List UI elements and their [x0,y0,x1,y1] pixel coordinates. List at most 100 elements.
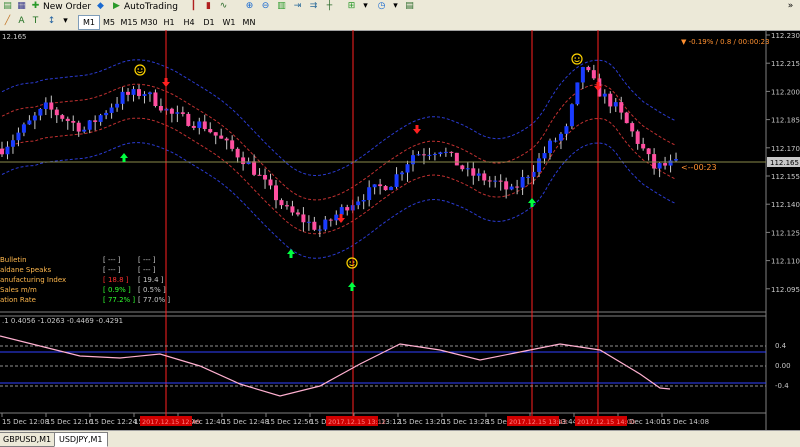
candle-body [526,176,531,178]
candle-body [378,184,383,187]
candle-body [580,67,585,83]
candle-body [82,129,87,132]
candle-body [608,93,613,107]
candle-body [493,180,498,182]
timeframe-m30[interactable]: M30 [138,15,160,30]
candle-body [668,160,673,166]
time-tick-label: 15 Dec 12:08 [2,418,49,426]
candle-body [569,104,574,127]
candle-body [646,148,651,155]
price-tick-label: 112.125 [771,229,800,237]
new-order-button[interactable]: New Order [43,1,91,13]
timeframe-h1[interactable]: H1 [158,15,180,30]
autotrading-icon[interactable]: ▶ [111,1,122,12]
candle-body [328,219,333,221]
tile-windows-icon[interactable]: ▥ [276,1,287,12]
candle-body [482,173,487,181]
smiley-icon [134,64,146,76]
smiley-mouth [574,60,580,62]
candle-body [542,153,547,159]
candle-body [219,135,224,139]
news-actual-value: [ 77.2% ] [103,296,135,304]
price-tick-label: 112.170 [771,145,800,153]
periods-dropdown-icon[interactable]: ▾ [390,1,401,12]
news-actual-value: [ 18.8 ] [103,276,129,284]
candle-body [0,148,4,155]
text-tool-icon[interactable]: A [16,16,27,27]
candle-body [21,124,26,133]
metaeditor-icon[interactable]: ◆ [95,1,106,12]
timeframe-w1[interactable]: W1 [218,15,240,30]
price-tick-label: 112.140 [771,201,800,209]
smiley-eye [578,57,580,59]
lower-inner-band [1,117,677,235]
new-order-icon[interactable]: ✚ [30,1,41,12]
spread-info: ▼ -0.19% / 0.8 / 00:00:23 [681,38,770,46]
candle-body [591,70,596,79]
candle-body [400,172,405,175]
candle-body [10,140,15,147]
candle-body [98,115,103,122]
autotrading-button[interactable]: AutoTrading [124,1,178,13]
news-actual-value: [ --- ] [103,256,121,264]
top-left-price: 12.165 [2,33,27,41]
periods-icon[interactable]: ◷ [376,1,387,12]
timeframe-mn[interactable]: MN [238,15,260,30]
candle-body [421,154,426,156]
candle-body [443,151,448,153]
timeframe-d1[interactable]: D1 [198,15,220,30]
candle-body [427,154,432,156]
timeframe-m5[interactable]: M5 [98,15,120,30]
chart-shift-icon[interactable]: ⇥ [292,1,303,12]
candle-body [252,161,257,175]
new-chart-icon[interactable]: ▤ [2,1,13,12]
candle-body [432,154,437,156]
zoom-in-icon[interactable]: ⊕ [244,1,255,12]
price-tick-label: 112.185 [771,117,800,125]
autoscroll-icon[interactable]: ⇉ [308,1,319,12]
smiley-eye [353,261,355,263]
candle-body [487,180,492,182]
timeframe-h4[interactable]: H4 [178,15,200,30]
candle-body [476,173,481,176]
indicators-icon[interactable]: ⊞ [346,1,357,12]
candle-body [131,89,136,95]
candle-body [137,89,141,96]
indicators-dropdown-icon[interactable]: ▾ [360,1,371,12]
arrows-tool-icon[interactable]: ↕ [46,16,57,27]
candle-body [339,207,344,215]
candle-body [54,109,59,116]
candle-body [284,205,289,207]
candle-body [345,207,350,211]
candle-body [230,140,235,149]
buy-signal-arrow [120,153,128,162]
bar-chart-icon[interactable]: ┃ [188,1,199,12]
zoom-out-icon[interactable]: ⊖ [260,1,271,12]
templates-icon[interactable]: ▤ [404,1,415,12]
tab-gbpusd[interactable]: GBPUSD,M1 [0,432,57,447]
smiley-icon [346,257,358,269]
candle-body [449,151,454,153]
arrows-dropdown-icon[interactable]: ▾ [60,16,71,27]
timeframe-m15[interactable]: M15 [118,15,140,30]
upper-outer-band [1,59,677,177]
candle-body [602,93,607,97]
candle-body [652,154,657,169]
event-time-label: 2017.12.15 14:00 [577,418,635,426]
candle-body [5,146,10,155]
crosshair-icon[interactable]: ┼ [324,1,335,12]
timeframe-m1[interactable]: M1 [78,15,100,30]
candlestick-icon[interactable]: ▮ [203,1,214,12]
line-chart-icon[interactable]: ∿ [218,1,229,12]
label-tool-icon[interactable]: T [30,16,41,27]
tab-usdjpy[interactable]: USDJPY,M1 [54,432,108,447]
chart-area[interactable]: .1 0.4056 -1.0263 -0.4469 -0.4291 112.23… [0,30,800,430]
smiley-mouth [137,71,143,73]
toolbar-overflow-icon[interactable]: » [785,1,796,12]
candle-body [295,212,300,215]
news-forecast-value: [ --- ] [138,266,156,274]
candle-body [575,82,580,105]
profiles-icon[interactable]: ▦ [16,1,27,12]
trendline-icon[interactable]: ╱ [2,16,13,27]
candle-body [504,181,509,190]
